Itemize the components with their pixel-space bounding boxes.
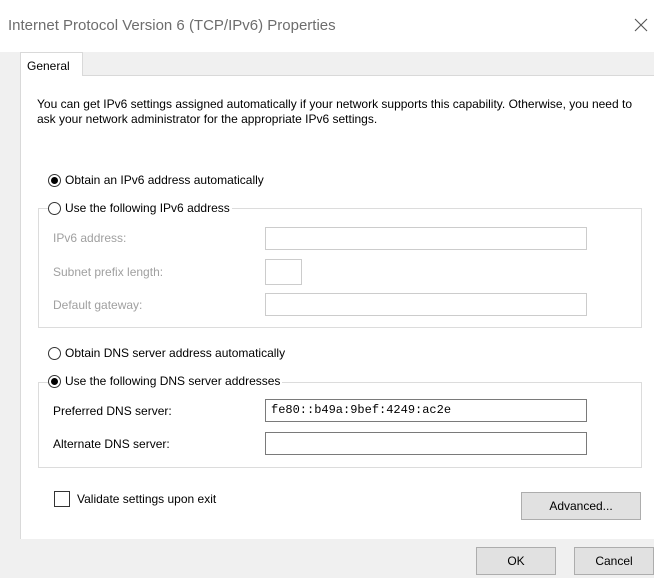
dns-server-group: [38, 382, 642, 468]
close-icon: [634, 18, 648, 32]
subnet-prefix-label: Subnet prefix length:: [53, 265, 164, 279]
preferred-dns-label: Preferred DNS server:: [53, 404, 172, 418]
obtain-dns-auto-option[interactable]: Obtain DNS server address automatically: [48, 346, 288, 360]
obtain-dns-auto-radio[interactable]: [48, 346, 61, 360]
use-dns-manual-radio[interactable]: [48, 374, 61, 388]
preferred-dns-input[interactable]: fe80::b49a:9bef:4249:ac2e: [265, 399, 587, 422]
validate-settings-checkbox[interactable]: [54, 491, 70, 507]
validate-settings-label: Validate settings upon exit: [77, 492, 217, 506]
obtain-ipv6-auto-radio[interactable]: [48, 173, 61, 187]
obtain-ipv6-auto-option[interactable]: Obtain an IPv6 address automatically: [48, 173, 266, 187]
cancel-button[interactable]: Cancel: [574, 547, 654, 575]
alternate-dns-label: Alternate DNS server:: [53, 437, 170, 451]
alternate-dns-input[interactable]: [265, 432, 587, 455]
ok-button[interactable]: OK: [476, 547, 556, 575]
window-title: Internet Protocol Version 6 (TCP/IPv6) P…: [8, 17, 336, 34]
advanced-button[interactable]: Advanced...: [521, 492, 641, 520]
ipv6-address-input[interactable]: [265, 227, 587, 250]
title-bar: Internet Protocol Version 6 (TCP/IPv6) P…: [0, 0, 654, 52]
close-button[interactable]: [628, 8, 654, 42]
default-gateway-input[interactable]: [265, 293, 587, 316]
use-ipv6-manual-label: Use the following IPv6 address: [65, 201, 230, 215]
use-ipv6-manual-radio[interactable]: [48, 201, 61, 215]
default-gateway-label: Default gateway:: [53, 298, 143, 312]
dialog-window: Internet Protocol Version 6 (TCP/IPv6) P…: [0, 0, 654, 578]
use-dns-manual-label: Use the following DNS server addresses: [65, 374, 281, 388]
use-ipv6-manual-option[interactable]: Use the following IPv6 address: [48, 201, 232, 215]
ipv6-address-label: IPv6 address:: [53, 231, 127, 245]
tab-general[interactable]: General: [20, 52, 83, 76]
description-text: You can get IPv6 settings assigned autom…: [37, 97, 632, 126]
obtain-ipv6-auto-label: Obtain an IPv6 address automatically: [65, 173, 264, 187]
subnet-prefix-input[interactable]: [265, 259, 302, 285]
obtain-dns-auto-label: Obtain DNS server address automatically: [65, 346, 286, 360]
use-dns-manual-option[interactable]: Use the following DNS server addresses: [48, 374, 283, 388]
